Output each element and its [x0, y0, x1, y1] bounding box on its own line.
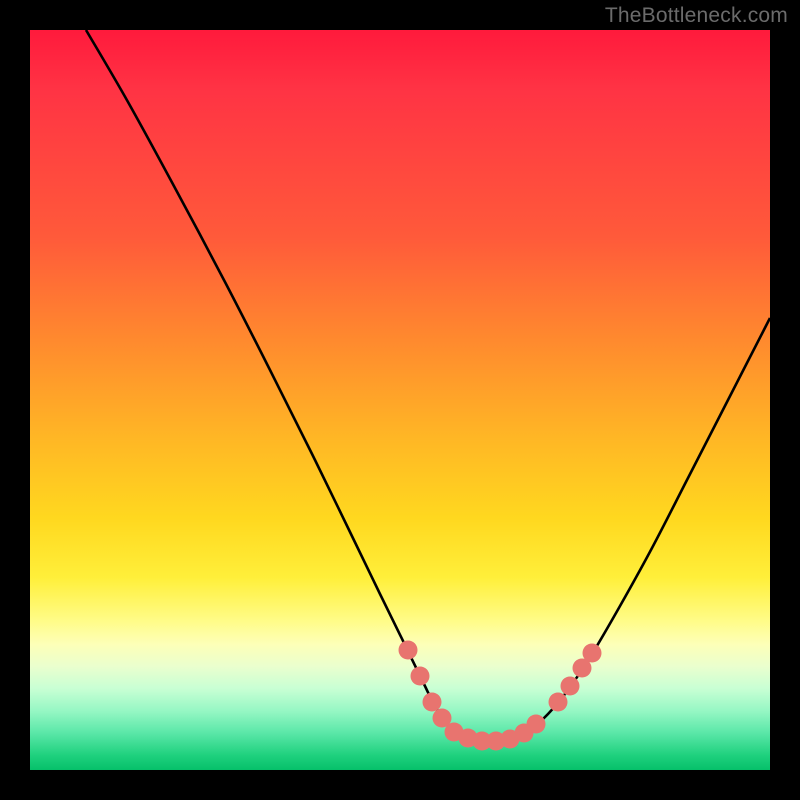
marker-dot — [561, 677, 580, 696]
marker-dot — [527, 715, 546, 734]
marker-dot — [583, 644, 602, 663]
marker-dot — [423, 693, 442, 712]
marker-dot — [399, 641, 418, 660]
bottleneck-curve — [86, 30, 770, 742]
chart-frame: TheBottleneck.com — [0, 0, 800, 800]
watermark-text: TheBottleneck.com — [605, 4, 788, 28]
highlight-markers — [399, 641, 602, 751]
marker-dot — [549, 693, 568, 712]
curve-overlay — [30, 30, 770, 770]
plot-area — [30, 30, 770, 770]
marker-dot — [411, 667, 430, 686]
